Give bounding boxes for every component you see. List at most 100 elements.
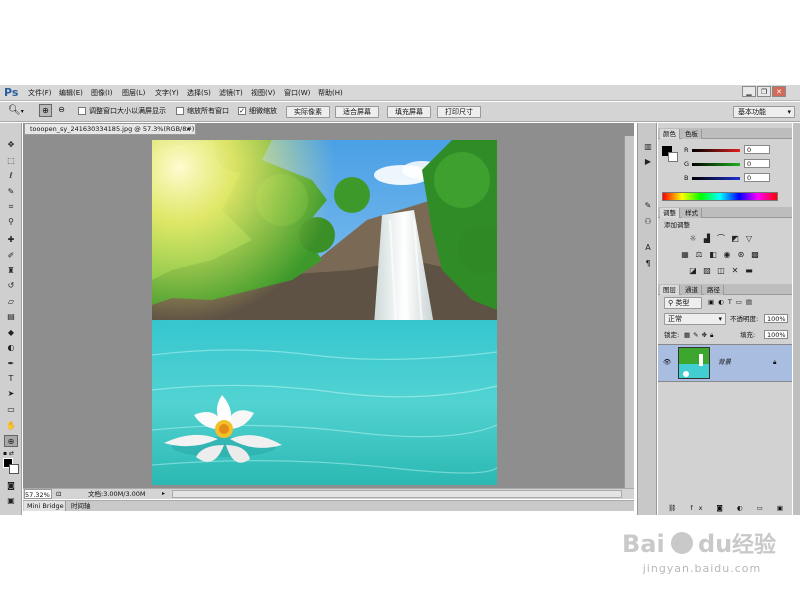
tab-styles[interactable]: 样式 <box>682 208 702 218</box>
hand-tool-icon[interactable]: ✋ <box>4 420 18 432</box>
scrubby-zoom-checkbox[interactable]: ✓ <box>238 107 246 115</box>
zoom-tool-preset[interactable]: 🔍︎▾ <box>8 104 34 118</box>
menu-layer[interactable]: 图层(L) <box>122 86 145 100</box>
horizontal-scrollbar[interactable] <box>172 490 622 498</box>
move-tool-icon[interactable]: ✥ <box>4 139 18 151</box>
menu-file[interactable]: 文件(F) <box>28 86 52 100</box>
menu-type[interactable]: 文字(Y) <box>155 86 179 100</box>
zoom-out-button[interactable]: ⊖ <box>55 104 68 117</box>
tab-adjustments[interactable]: 调整 <box>660 208 680 218</box>
posterize-icon[interactable]: ▨ <box>702 266 712 275</box>
black-white-icon[interactable]: ◧ <box>708 250 718 259</box>
menu-view[interactable]: 视图(V) <box>251 86 275 100</box>
document-tab[interactable]: tooopen_sy_241630334185.jpg @ 57.3%(RGB/… <box>24 123 196 135</box>
document-info-icon[interactable]: ⊡ <box>56 489 66 499</box>
canvas-image[interactable] <box>152 140 497 485</box>
quick-mask-icon[interactable]: ◙ <box>4 480 18 492</box>
red-value-field[interactable]: 0 <box>744 145 770 154</box>
clone-source-icon[interactable]: ⚇ <box>641 216 655 228</box>
zoom-all-checkbox[interactable] <box>176 107 184 115</box>
green-slider[interactable] <box>692 163 740 166</box>
print-size-button[interactable]: 打印尺寸 <box>437 106 481 118</box>
background-color-swatch[interactable] <box>9 464 19 474</box>
selective-color-icon[interactable]: ✕ <box>730 266 740 275</box>
blur-tool-icon[interactable]: ◆ <box>4 327 18 339</box>
lock-options-icons[interactable]: ▦✎✥🔒︎ <box>684 330 717 340</box>
layer-filter-select[interactable]: ⚲ 类型 <box>664 297 702 309</box>
threshold-icon[interactable]: ◫ <box>716 266 726 275</box>
fit-screen-button[interactable]: 适合屏幕 <box>335 106 379 118</box>
visibility-eye-icon[interactable]: 👁︎ <box>663 357 671 367</box>
zoom-level-field[interactable]: 57.32% <box>24 489 52 499</box>
menu-window[interactable]: 窗口(W) <box>284 86 310 100</box>
blue-value-field[interactable]: 0 <box>744 173 770 182</box>
healing-tool-icon[interactable]: ✚ <box>4 234 18 246</box>
marquee-tool-icon[interactable]: ⬚ <box>4 155 18 167</box>
gradient-map-icon[interactable]: ▬ <box>744 266 754 275</box>
pen-tool-icon[interactable]: ✒ <box>4 358 18 370</box>
vertical-scrollbar[interactable] <box>624 136 634 488</box>
brush-tool-icon[interactable]: ✐ <box>4 250 18 262</box>
eraser-tool-icon[interactable]: ▱ <box>4 296 18 308</box>
stamp-tool-icon[interactable]: ♜ <box>4 265 18 277</box>
menu-image[interactable]: 图像(I) <box>91 86 113 100</box>
invert-icon[interactable]: ◪ <box>688 266 698 275</box>
gradient-tool-icon[interactable]: ▤ <box>4 311 18 323</box>
close-button[interactable]: ✕ <box>772 86 786 97</box>
eyedropper-tool-icon[interactable]: ⚲ <box>4 216 18 228</box>
tab-paths[interactable]: 路径 <box>704 285 724 295</box>
lasso-tool-icon[interactable]: ℓ <box>4 170 18 182</box>
history-brush-tool-icon[interactable]: ↺ <box>4 280 18 292</box>
fill-field[interactable]: 100% <box>764 330 788 339</box>
levels-icon[interactable]: ▟ <box>702 234 712 243</box>
path-select-tool-icon[interactable]: ➤ <box>4 388 18 400</box>
color-lookup-icon[interactable]: ▩ <box>750 250 760 259</box>
tab-channels[interactable]: 通道 <box>682 285 702 295</box>
brush-presets-icon[interactable]: ✎ <box>641 200 655 212</box>
type-tool-icon[interactable]: T <box>4 373 18 385</box>
menu-help[interactable]: 帮助(H) <box>318 86 343 100</box>
brightness-icon[interactable]: ☼ <box>688 234 698 243</box>
layer-actions-bar[interactable]: ⛓ fx ◙ ◐ ▭ ▣ 🗑︎ <box>668 503 800 513</box>
screen-mode-icon[interactable]: ▣ <box>4 495 18 507</box>
tab-swatches[interactable]: 色板 <box>682 129 702 139</box>
zoom-in-button[interactable]: ⊕ <box>39 104 52 117</box>
green-value-field[interactable]: 0 <box>744 159 770 168</box>
layer-filter-icons[interactable]: ▣◐T▭▤ <box>708 297 756 307</box>
actions-icon[interactable]: ▶ <box>641 156 655 168</box>
fit-window-checkbox[interactable] <box>78 107 86 115</box>
paragraph-icon[interactable]: ¶ <box>641 258 655 270</box>
status-menu-icon[interactable]: ▸ <box>162 489 165 499</box>
actual-pixels-button[interactable]: 实际像素 <box>286 106 330 118</box>
tab-layers[interactable]: 图层 <box>660 285 680 295</box>
layer-name[interactable]: 背景 <box>718 357 731 367</box>
blend-mode-select[interactable]: 正常 ▾ <box>664 313 726 325</box>
color-balance-icon[interactable]: ⚖ <box>694 250 704 259</box>
exposure-icon[interactable]: ◩ <box>730 234 740 243</box>
fill-screen-button[interactable]: 填充屏幕 <box>387 106 431 118</box>
tab-timeline[interactable]: 时间轴 <box>69 501 95 511</box>
shape-tool-icon[interactable]: ▭ <box>4 404 18 416</box>
red-slider[interactable] <box>692 149 740 152</box>
blue-slider[interactable] <box>692 177 740 180</box>
zoom-tool-icon[interactable]: ⊕ <box>4 435 18 447</box>
menu-select[interactable]: 选择(S) <box>187 86 211 100</box>
menu-edit[interactable]: 编辑(E) <box>59 86 83 100</box>
dodge-tool-icon[interactable]: ◐ <box>4 342 18 354</box>
swap-colors-icon[interactable]: ▪ ⇄ <box>3 450 19 457</box>
curves-icon[interactable]: ⌒ <box>716 234 726 243</box>
restore-button[interactable]: ❐ <box>757 86 771 97</box>
tab-mini-bridge[interactable]: Mini Bridge <box>24 501 66 511</box>
photo-filter-icon[interactable]: ◉ <box>722 250 732 259</box>
color-spectrum-bar[interactable] <box>662 192 778 201</box>
minimize-button[interactable]: ▁ <box>742 86 756 97</box>
character-icon[interactable]: A <box>641 242 655 254</box>
history-icon[interactable]: ▥ <box>641 141 655 153</box>
menu-filter[interactable]: 滤镜(T) <box>219 86 243 100</box>
crop-tool-icon[interactable]: ⌗ <box>4 201 18 213</box>
close-tab-icon[interactable]: × <box>186 124 191 134</box>
opacity-field[interactable]: 100% <box>764 314 788 323</box>
hue-saturation-icon[interactable]: ▦ <box>680 250 690 259</box>
vibrance-icon[interactable]: ▽ <box>744 234 754 243</box>
workspace-select[interactable]: 基本功能 ▾ <box>733 106 795 118</box>
